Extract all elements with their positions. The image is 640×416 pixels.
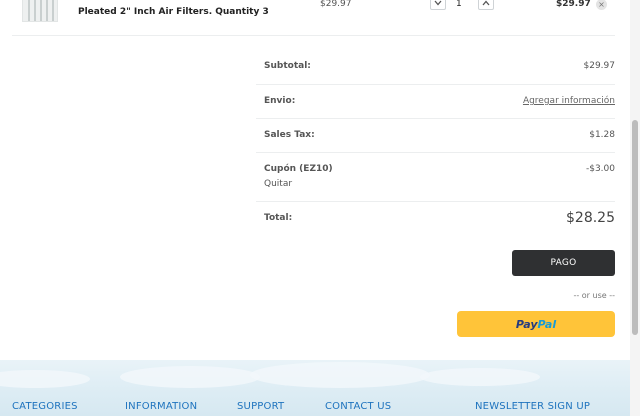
divider <box>12 35 615 36</box>
paypal-logo-pal: Pal <box>537 317 557 331</box>
paypal-button[interactable]: Pay Pal <box>457 311 615 337</box>
product-name[interactable]: … Pleated 2" Inch Air Filters. Quantity … <box>78 0 308 20</box>
quantity-increase-button[interactable] <box>478 0 494 10</box>
chevron-down-icon <box>434 0 442 6</box>
total-label: Total: <box>264 213 293 223</box>
or-use-separator: -- or use -- <box>573 291 615 300</box>
subtotal-label: Subtotal: <box>264 61 311 71</box>
footer-heading-newsletter[interactable]: NEWSLETTER SIGN UP <box>475 401 590 412</box>
line-total: $29.97 <box>556 0 591 9</box>
footer-heading-support[interactable]: SUPPORT <box>237 401 284 412</box>
chevron-up-icon <box>482 0 490 6</box>
footer-heading-categories[interactable]: CATEGORIES <box>12 401 78 412</box>
paypal-logo-pay: Pay <box>515 317 538 331</box>
remove-item-button[interactable]: × <box>596 0 607 10</box>
product-name-line-2: Pleated 2" Inch Air Filters. Quantity 3 <box>78 7 269 17</box>
quantity-decrease-button[interactable] <box>430 0 446 10</box>
divider <box>256 118 615 119</box>
divider <box>256 84 615 85</box>
sales-tax-label: Sales Tax: <box>264 130 315 140</box>
coupon-label: Cupón (EZ10) <box>264 164 333 174</box>
close-icon: × <box>598 0 605 9</box>
product-unit-price: $29.97 <box>320 0 352 9</box>
sales-tax-value: $1.28 <box>589 130 615 140</box>
shipping-add-info-link[interactable]: Agregar información <box>523 96 615 106</box>
footer-heading-information[interactable]: INFORMATION <box>125 401 197 412</box>
divider <box>256 201 615 202</box>
checkout-button-label: PAGO <box>550 258 577 268</box>
divider <box>256 152 615 153</box>
footer-heading-contact-us[interactable]: CONTACT US <box>325 401 391 412</box>
scrollbar-thumb[interactable] <box>632 120 638 335</box>
coupon-discount-value: -$3.00 <box>585 164 615 174</box>
quantity-value[interactable]: 1 <box>456 0 462 9</box>
shipping-label: Envio: <box>264 96 296 106</box>
coupon-remove-link[interactable]: Quitar <box>264 179 292 189</box>
checkout-button[interactable]: PAGO <box>512 250 615 276</box>
product-thumbnail[interactable] <box>22 0 58 22</box>
order-total-value: $28.25 <box>566 210 615 226</box>
subtotal-value: $29.97 <box>583 61 616 71</box>
